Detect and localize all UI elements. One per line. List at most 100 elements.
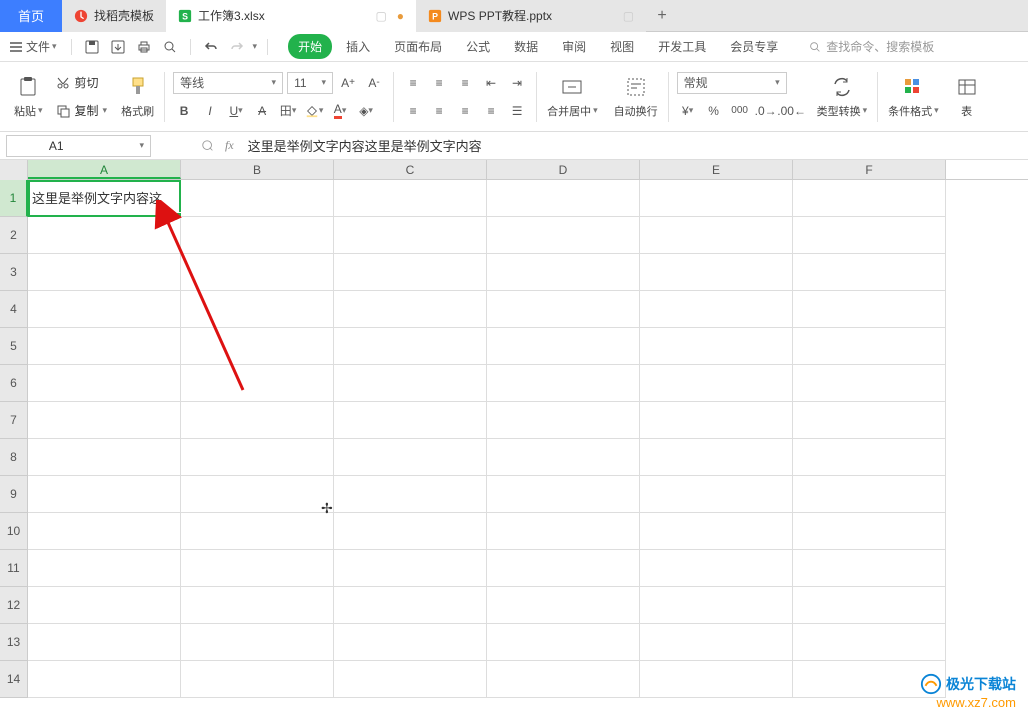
cell[interactable] [640,587,793,624]
copy-label[interactable]: 复制 [75,102,99,119]
wrap-group[interactable]: 自动换行 [606,66,666,128]
cells-area[interactable]: 这里是举例文字内容这 ✢ [28,180,1028,700]
name-box[interactable]: A1 ▾ [6,135,151,157]
cell[interactable] [640,476,793,513]
tab-pptdoc[interactable]: P WPS PPT教程.pptx ▢ [416,0,646,32]
cell[interactable] [334,587,487,624]
cell[interactable] [487,217,640,254]
fmtpainter-icon[interactable] [126,75,150,99]
cell[interactable] [793,254,946,291]
cell[interactable] [334,439,487,476]
paste-icon[interactable] [16,75,40,99]
menu-view[interactable]: 视图 [600,34,644,59]
cell[interactable] [640,291,793,328]
cell[interactable] [334,328,487,365]
cell[interactable] [181,254,334,291]
undo-button[interactable] [201,37,221,57]
scissors-icon[interactable] [55,75,71,91]
cell[interactable] [181,661,334,698]
command-search[interactable]: 查找命令、搜索模板 [808,38,934,55]
cell[interactable] [487,624,640,661]
cell[interactable] [793,365,946,402]
cell[interactable] [28,476,181,513]
cast-icon-2[interactable]: ▢ [623,9,634,23]
cell[interactable] [793,624,946,661]
cell[interactable] [640,550,793,587]
border-button[interactable]: 田▾ [277,100,299,122]
menu-vip[interactable]: 会员专享 [720,34,788,59]
effects-button[interactable]: ◈▾ [355,100,377,122]
menu-button[interactable]: 文件 ▾ [8,38,57,55]
cell[interactable] [28,513,181,550]
chevron-down-icon[interactable]: ▾ [253,41,258,52]
row-header[interactable]: 3 [0,254,28,291]
cell[interactable] [28,365,181,402]
cell[interactable] [181,291,334,328]
cell[interactable] [487,180,640,217]
cell[interactable] [181,402,334,439]
cell[interactable] [487,476,640,513]
cell[interactable] [181,587,334,624]
cell[interactable] [487,402,640,439]
row-header[interactable]: 8 [0,439,28,476]
percent-button[interactable]: % [703,100,725,122]
comma-button[interactable]: 000 [729,100,751,122]
row-header[interactable]: 9 [0,476,28,513]
cell[interactable] [334,513,487,550]
cell[interactable] [487,365,640,402]
cast-icon[interactable]: ▢ [375,9,386,23]
indent-dec-button[interactable]: ⇤ [480,72,502,94]
menu-insert[interactable]: 插入 [336,34,380,59]
cell[interactable] [181,439,334,476]
cell[interactable] [640,513,793,550]
cell[interactable] [640,328,793,365]
cell[interactable] [28,661,181,698]
print-preview-button[interactable] [160,37,180,57]
cell[interactable] [793,402,946,439]
col-header-F[interactable]: F [793,160,946,179]
merge-group[interactable]: 合并居中▾ [539,66,606,128]
align-middle-button[interactable]: ≡ [428,72,450,94]
fx-icon[interactable]: fx [225,138,234,153]
cell[interactable] [640,365,793,402]
row-header[interactable]: 4 [0,291,28,328]
cell[interactable] [487,550,640,587]
cell[interactable] [181,365,334,402]
col-header-E[interactable]: E [640,160,793,179]
row-header[interactable]: 7 [0,402,28,439]
copy-icon[interactable] [55,103,71,119]
chevron-down-icon[interactable]: ▾ [38,105,43,116]
row-header[interactable]: 1 [0,180,28,217]
cell[interactable] [334,661,487,698]
fill-color-button[interactable]: ▾ [303,100,325,122]
bold-button[interactable]: B [173,100,195,122]
cell[interactable] [640,254,793,291]
cell[interactable] [28,217,181,254]
cell[interactable] [334,291,487,328]
align-bottom-button[interactable]: ≡ [454,72,476,94]
cell[interactable] [181,476,334,513]
cell[interactable] [487,661,640,698]
cell[interactable] [28,624,181,661]
condfmt-group[interactable]: 条件格式▾ [880,66,947,128]
cell[interactable] [334,476,487,513]
cell[interactable] [793,587,946,624]
align-center-button[interactable]: ≡ [428,100,450,122]
row-header[interactable]: 6 [0,365,28,402]
cell[interactable] [487,254,640,291]
cell[interactable] [487,328,640,365]
cell[interactable] [334,254,487,291]
cell[interactable] [793,513,946,550]
cell[interactable] [181,513,334,550]
cell[interactable] [181,180,334,217]
number-format-combo[interactable]: 常规▾ [677,72,787,94]
cell[interactable] [793,550,946,587]
new-tab-button[interactable]: + [646,7,678,25]
underline-button[interactable]: U▾ [225,100,247,122]
cell[interactable] [793,476,946,513]
formula-content[interactable]: 这里是举例文字内容这里是举例文字内容 [248,136,482,155]
font-family-combo[interactable]: 等线▾ [173,72,283,94]
cell[interactable] [793,180,946,217]
tab-templates[interactable]: 找稻壳模板 [62,0,166,32]
cell[interactable] [793,439,946,476]
